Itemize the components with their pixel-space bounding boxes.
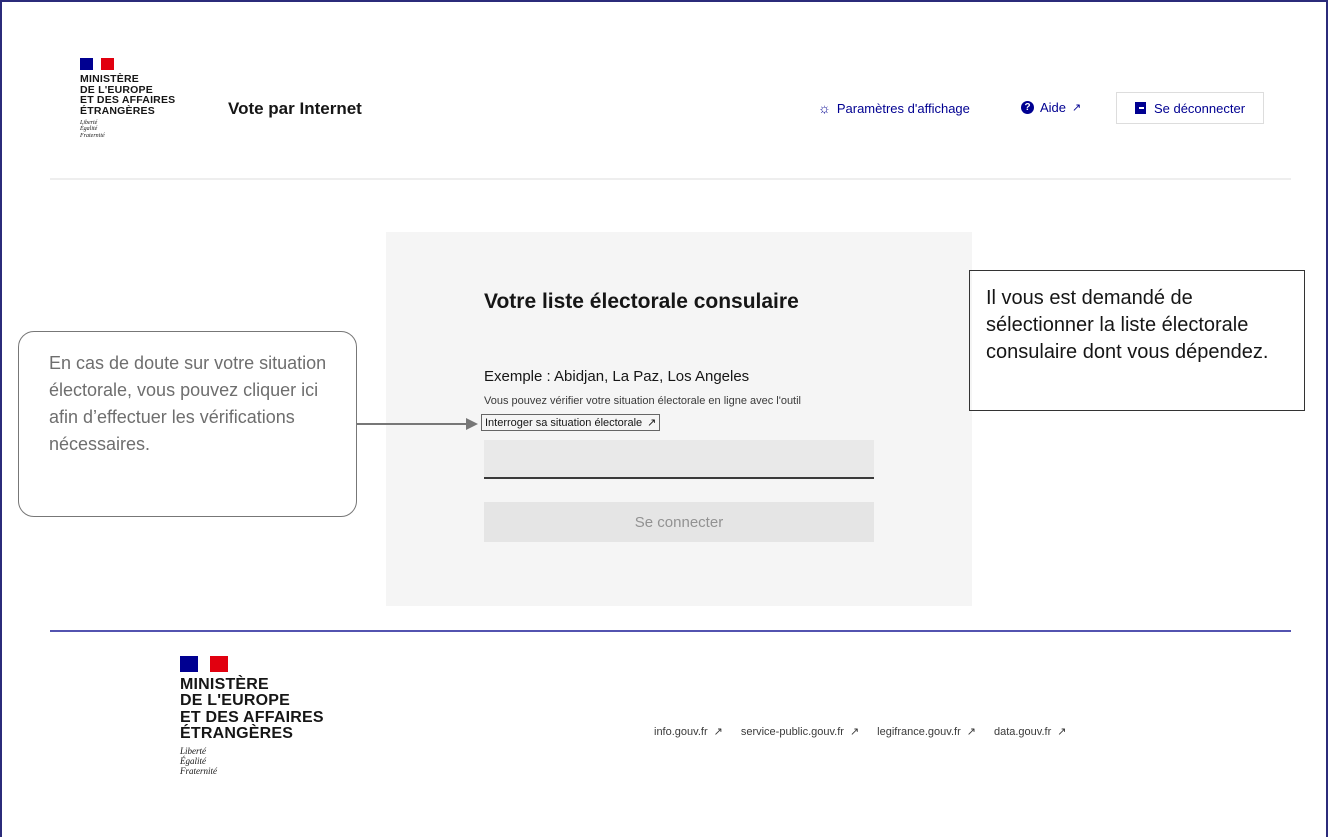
ministry-line: MINISTÈRE [180, 676, 269, 693]
footer-ministry-logo[interactable]: MINISTÈRE DE L'EUROPE ET DES AFFAIRES ÉT… [180, 656, 324, 777]
footer-link-data[interactable]: data.gouv.fr ↗ [993, 725, 1067, 739]
ministry-line: ÉTRANGÈRES [80, 105, 155, 118]
annotation-arrow-head [466, 418, 478, 430]
logout-button[interactable]: Se déconnecter [1116, 92, 1264, 124]
ministry-line: ET DES AFFAIRES [180, 708, 324, 726]
footer-link-label: service-public.gouv.fr [740, 725, 844, 738]
footer-link-service-public[interactable]: service-public.gouv.fr ↗ [740, 725, 860, 739]
external-link-icon: ↗ [713, 726, 723, 738]
external-link-icon: ↗ [1057, 726, 1067, 738]
external-link-icon: ↗ [966, 726, 976, 738]
footer-link-info[interactable]: info.gouv.fr ↗ [654, 725, 723, 739]
check-link-label: Interroger sa situation électorale [485, 416, 643, 429]
display-settings-label: Paramètres d'affichage [836, 100, 970, 116]
footer-link-label: legifrance.gouv.fr [877, 725, 961, 738]
republic-motto: Liberté Égalité Fraternité [80, 120, 175, 140]
motto-line: Fraternité [180, 766, 217, 777]
ministry-name: MINISTÈRE DE L'EUROPE ET DES AFFAIRES ÉT… [180, 676, 324, 742]
motto-line: Égalité [80, 126, 98, 133]
footer-link-label: data.gouv.fr [993, 725, 1052, 738]
republic-motto: Liberté Égalité Fraternité [180, 746, 324, 777]
right-annotation-callout: Il vous est demandé de sélectionner la l… [969, 270, 1305, 411]
external-link-icon: ↗ [849, 726, 860, 738]
ministry-logo[interactable]: MINISTÈRE DE L'EUROPE ET DES AFFAIRES ÉT… [80, 58, 175, 140]
annotation-arrow-line [357, 423, 469, 425]
ministry-line: DE L'EUROPE [180, 692, 291, 710]
footer-divider [50, 630, 1291, 632]
form-title: Votre liste électorale consulaire [484, 290, 799, 313]
help-icon: ? [1021, 101, 1034, 114]
footer-link-label: info.gouv.fr [654, 725, 708, 738]
logout-icon [1134, 102, 1146, 114]
ministry-name: MINISTÈRE DE L'EUROPE ET DES AFFAIRES ÉT… [80, 74, 175, 117]
left-annotation-callout: En cas de doute sur votre situation élec… [18, 331, 357, 517]
help-link[interactable]: ? Aide ↗ [1021, 100, 1081, 115]
display-settings-button[interactable]: ☼ Paramètres d'affichage [818, 100, 970, 116]
french-flag-icon [80, 58, 114, 70]
sun-icon: ☼ [818, 100, 831, 116]
site-title[interactable]: Vote par Internet [228, 99, 362, 119]
motto-line: Fraternité [80, 133, 105, 139]
consular-list-input[interactable] [484, 440, 874, 479]
logout-label: Se déconnecter [1153, 100, 1246, 116]
french-flag-icon [180, 656, 229, 672]
header-divider [50, 178, 1291, 180]
example-text: Exemple : Abidjan, La Paz, Los Angeles [484, 368, 750, 385]
ministry-line: ÉTRANGÈRES [180, 724, 294, 742]
help-label: Aide [1040, 100, 1067, 115]
footer-links: info.gouv.fr ↗ service-public.gouv.fr ↗ … [654, 725, 1067, 739]
check-electoral-status-link[interactable]: Interroger sa situation électorale ↗ [481, 414, 661, 431]
external-link-icon: ↗ [647, 417, 657, 429]
footer-link-legifrance[interactable]: legifrance.gouv.fr ↗ [877, 725, 976, 739]
hint-text: Vous pouvez vérifier votre situation éle… [484, 395, 802, 407]
connect-button[interactable]: Se connecter [484, 502, 874, 542]
external-link-icon: ↗ [1072, 102, 1082, 114]
